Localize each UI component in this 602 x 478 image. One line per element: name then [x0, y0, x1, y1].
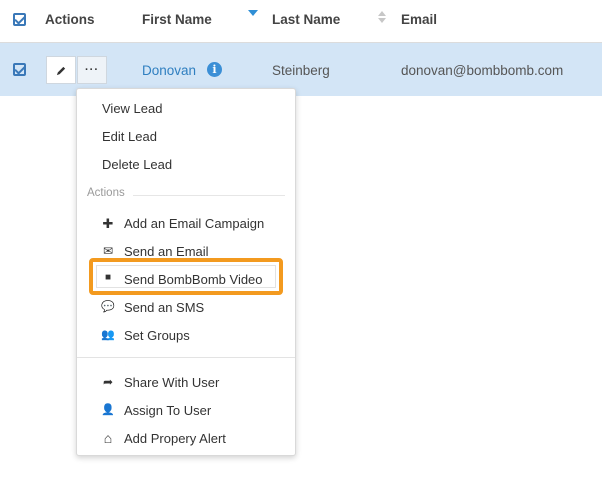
- menu-item-edit-lead[interactable]: Edit Lead: [102, 129, 157, 144]
- first-name-link[interactable]: Donovan: [142, 63, 196, 78]
- menu-item-set-groups[interactable]: Set Groups: [124, 328, 190, 343]
- sort-icon[interactable]: [378, 11, 388, 25]
- row-checkbox[interactable]: [13, 63, 26, 76]
- table-header: Actions First Name Last Name Email: [0, 0, 602, 43]
- column-header-first-name[interactable]: First Name: [142, 12, 212, 27]
- menu-item-send-sms[interactable]: Send an SMS: [124, 300, 204, 315]
- users-icon: 👥: [101, 329, 115, 341]
- menu-item-assign-to-user[interactable]: Assign To User: [124, 403, 211, 418]
- chat-bubble-icon: 💬: [101, 301, 115, 313]
- sort-descending-icon[interactable]: [248, 10, 258, 16]
- info-icon[interactable]: i: [207, 62, 222, 77]
- column-header-actions: Actions: [45, 12, 95, 27]
- select-all-checkbox[interactable]: [13, 13, 26, 26]
- menu-item-add-email-campaign[interactable]: Add an Email Campaign: [124, 216, 264, 231]
- section-label-actions: Actions: [87, 187, 125, 199]
- menu-item-share-with-user[interactable]: Share With User: [124, 375, 219, 390]
- plus-icon: ✚: [102, 216, 114, 231]
- home-icon: ⌂: [103, 430, 113, 446]
- pencil-icon: [56, 66, 65, 75]
- menu-item-view-lead[interactable]: View Lead: [102, 101, 162, 116]
- highlight-box: [89, 258, 283, 295]
- user-icon: 👤: [101, 404, 115, 416]
- menu-item-send-email[interactable]: Send an Email: [124, 244, 209, 259]
- envelope-icon: ✉: [102, 244, 114, 258]
- menu-item-delete-lead[interactable]: Delete Lead: [102, 157, 172, 172]
- more-actions-button[interactable]: ···: [77, 56, 107, 84]
- section-divider: [133, 195, 285, 196]
- email-cell: donovan@bombbomb.com: [401, 63, 564, 78]
- last-name-cell: Steinberg: [272, 63, 330, 78]
- column-header-last-name[interactable]: Last Name: [272, 12, 340, 27]
- highlight-inner-border: [96, 265, 276, 288]
- share-arrow-icon: ➦: [102, 375, 114, 389]
- menu-divider: [77, 357, 295, 358]
- edit-button[interactable]: [46, 56, 76, 84]
- column-header-email[interactable]: Email: [401, 12, 437, 27]
- menu-item-add-property-alert[interactable]: Add Propery Alert: [124, 431, 226, 446]
